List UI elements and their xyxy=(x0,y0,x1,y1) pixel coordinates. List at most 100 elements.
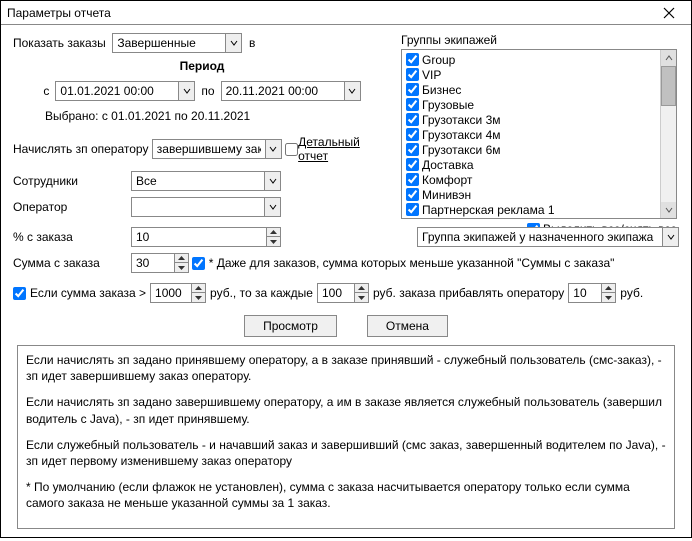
crew-group-label: Партнерская реклама 1 xyxy=(422,203,555,217)
spin-down-icon[interactable] xyxy=(267,237,280,246)
crew-group-item[interactable]: VIP xyxy=(406,67,672,82)
crew-group-checkbox[interactable] xyxy=(406,68,419,81)
date-from-input[interactable] xyxy=(56,82,178,100)
crew-group-checkbox[interactable] xyxy=(406,173,419,186)
window-title: Параметры отчета xyxy=(7,6,653,20)
spin-down-icon[interactable] xyxy=(355,293,368,302)
scroll-thumb[interactable] xyxy=(661,66,676,106)
employees-input[interactable] xyxy=(132,172,264,190)
operator-input[interactable] xyxy=(132,198,264,216)
crew-group-label: Грузотакси 4м xyxy=(422,128,501,142)
sum-order-spinner[interactable] xyxy=(131,253,189,273)
close-button[interactable] xyxy=(653,2,685,24)
crew-groups-list[interactable]: GroupVIPБизнесГрузовыеГрузотакси 3мГрузо… xyxy=(401,49,677,219)
crew-group-label: Грузовые xyxy=(422,98,474,112)
pct-order-input[interactable] xyxy=(132,228,266,246)
threshold-spinner[interactable] xyxy=(150,283,206,303)
accrual-combo[interactable] xyxy=(152,139,282,159)
chevron-down-icon[interactable] xyxy=(662,228,678,246)
selected-range: Выбрано: с 01.01.2021 по 20.11.2021 xyxy=(45,109,391,123)
spin-up-icon[interactable] xyxy=(267,228,280,237)
crew-group-label: Group xyxy=(422,53,455,67)
threshold-checkbox[interactable] xyxy=(13,287,26,300)
accrual-input[interactable] xyxy=(153,140,265,158)
crew-group-item[interactable]: Грузовые xyxy=(406,97,672,112)
chevron-down-icon[interactable] xyxy=(265,140,281,158)
date-to[interactable] xyxy=(221,81,361,101)
crew-group-checkbox[interactable] xyxy=(406,188,419,201)
operator-label: Оператор xyxy=(13,200,131,214)
group-assigned-combo[interactable] xyxy=(417,227,679,247)
chevron-down-icon[interactable] xyxy=(225,34,241,52)
crew-group-label: VIP xyxy=(422,68,441,82)
detail-checkbox[interactable] xyxy=(285,143,298,156)
crew-group-item[interactable]: Грузотакси 6м xyxy=(406,142,672,157)
crew-group-label: Минивэн xyxy=(422,188,471,202)
show-orders-combo[interactable] xyxy=(112,33,242,53)
group-assigned-input[interactable] xyxy=(418,228,662,246)
rub-then-label: руб., то за каждые xyxy=(210,286,313,300)
threshold-label: Если сумма заказа > xyxy=(30,286,146,300)
crew-group-checkbox[interactable] xyxy=(406,98,419,111)
rub-label: руб. xyxy=(620,286,643,300)
help-text: Если начислять зп задано принявшему опер… xyxy=(17,345,675,529)
even-if-checkbox[interactable] xyxy=(192,257,205,270)
help-p2: Если начислять зп задано завершившему оп… xyxy=(26,394,666,426)
operator-combo[interactable] xyxy=(131,197,281,217)
spin-down-icon[interactable] xyxy=(175,263,188,272)
spin-up-icon[interactable] xyxy=(355,284,368,293)
crew-group-item[interactable]: Грузотакси 4м xyxy=(406,127,672,142)
crew-group-checkbox[interactable] xyxy=(406,53,419,66)
in-label: в xyxy=(249,36,255,50)
view-button[interactable]: Просмотр xyxy=(244,315,337,337)
pct-order-spinner[interactable] xyxy=(131,227,281,247)
crew-group-checkbox[interactable] xyxy=(406,203,419,216)
even-if-label: * Даже для заказов, сумма которых меньше… xyxy=(209,256,615,270)
crew-group-item[interactable]: Комфорт xyxy=(406,172,672,187)
scrollbar[interactable] xyxy=(660,50,676,218)
crew-group-checkbox[interactable] xyxy=(406,128,419,141)
crew-group-checkbox[interactable] xyxy=(406,158,419,171)
date-from[interactable] xyxy=(55,81,195,101)
cancel-button[interactable]: Отмена xyxy=(367,315,448,337)
employees-combo[interactable] xyxy=(131,171,281,191)
crew-group-item[interactable]: Доставка xyxy=(406,157,672,172)
crew-group-item[interactable]: Партнерская реклама 1 xyxy=(406,202,672,217)
per-input[interactable] xyxy=(318,284,354,302)
crew-group-checkbox[interactable] xyxy=(406,83,419,96)
chevron-down-icon[interactable] xyxy=(264,198,280,216)
crew-group-item[interactable]: Бизнес xyxy=(406,82,672,97)
threshold-input[interactable] xyxy=(151,284,191,302)
sum-order-label: Сумма с заказа xyxy=(13,256,131,270)
crew-group-checkbox[interactable] xyxy=(406,143,419,156)
sum-order-input[interactable] xyxy=(132,254,174,272)
bonus-input[interactable] xyxy=(569,284,601,302)
bonus-spinner[interactable] xyxy=(568,283,616,303)
scroll-up-icon[interactable] xyxy=(661,50,676,66)
per-spinner[interactable] xyxy=(317,283,369,303)
from-label: с xyxy=(43,84,49,98)
detail-label: Детальный отчет xyxy=(298,135,391,163)
spin-up-icon[interactable] xyxy=(192,284,205,293)
chevron-down-icon[interactable] xyxy=(264,172,280,190)
crew-group-label: Доставка xyxy=(422,158,474,172)
chevron-down-icon[interactable] xyxy=(344,82,360,100)
spin-up-icon[interactable] xyxy=(175,254,188,263)
crew-group-label: Бизнес xyxy=(422,83,461,97)
rub-add-label: руб. заказа прибавлять оператору xyxy=(373,286,564,300)
crew-group-item[interactable]: Group xyxy=(406,52,672,67)
spin-down-icon[interactable] xyxy=(602,293,615,302)
help-p3: Если служебный пользователь - и начавший… xyxy=(26,437,666,469)
close-icon xyxy=(663,7,675,19)
scroll-track[interactable] xyxy=(661,106,676,202)
show-orders-input[interactable] xyxy=(113,34,225,52)
spin-up-icon[interactable] xyxy=(602,284,615,293)
scroll-down-icon[interactable] xyxy=(661,202,676,218)
crew-group-item[interactable]: Грузотакси 3м xyxy=(406,112,672,127)
employees-label: Сотрудники xyxy=(13,174,131,188)
chevron-down-icon[interactable] xyxy=(178,82,194,100)
crew-group-item[interactable]: Минивэн xyxy=(406,187,672,202)
date-to-input[interactable] xyxy=(222,82,344,100)
spin-down-icon[interactable] xyxy=(192,293,205,302)
crew-group-checkbox[interactable] xyxy=(406,113,419,126)
